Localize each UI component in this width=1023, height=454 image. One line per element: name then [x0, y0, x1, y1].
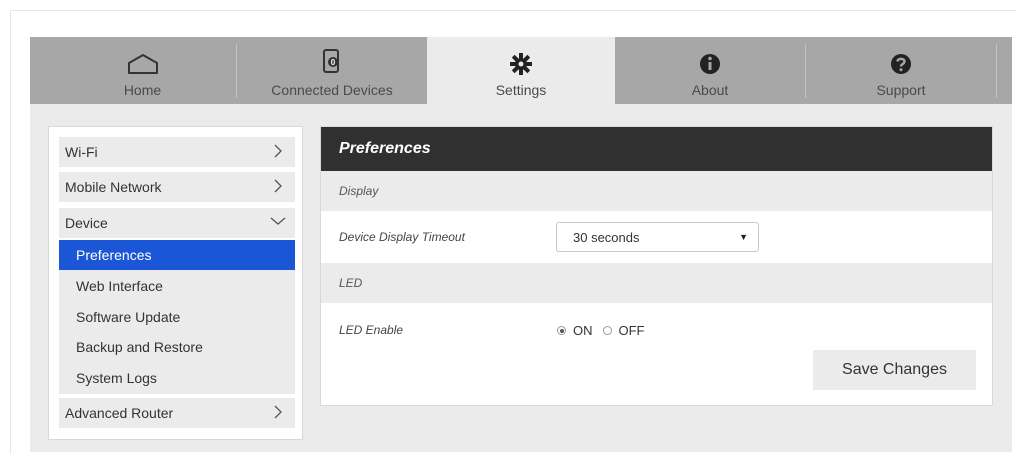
sidebar-subitem-software-update[interactable]: Software Update	[59, 302, 295, 332]
radio-unchecked-icon	[602, 326, 612, 335]
led-off-radio[interactable]: OFF	[602, 323, 645, 338]
sidebar-item-wifi[interactable]: Wi-Fi	[59, 137, 295, 167]
settings-sidebar: Wi-Fi Mobile Network Device Preferences …	[48, 126, 303, 440]
led-enable-radio-group: ON OFF	[557, 323, 655, 338]
sidebar-item-device[interactable]: Device	[59, 208, 295, 238]
tab-divider	[996, 44, 997, 98]
home-icon	[126, 47, 160, 75]
sidebar-subitem-backup-restore[interactable]: Backup and Restore	[59, 332, 295, 362]
tab-about-label: About	[691, 82, 729, 98]
help-icon	[890, 47, 912, 75]
connected-devices-icon: 0	[322, 47, 342, 75]
led-off-label: OFF	[618, 323, 645, 338]
save-changes-button[interactable]: Save Changes	[813, 350, 976, 390]
tab-settings[interactable]: Settings	[427, 37, 615, 104]
tab-settings-label: Settings	[495, 82, 547, 98]
chevron-down-icon	[270, 217, 286, 225]
led-on-label: ON	[573, 323, 593, 338]
led-on-radio[interactable]: ON	[557, 323, 593, 338]
section-led: LED	[321, 263, 992, 303]
chevron-right-icon	[274, 144, 282, 158]
sidebar-item-label: Advanced Router	[65, 405, 174, 421]
display-timeout-label: Device Display Timeout	[339, 230, 465, 244]
dropdown-arrow-icon: ▼	[739, 232, 748, 242]
sidebar-item-label: Mobile Network	[65, 179, 162, 195]
tab-home-label: Home	[123, 82, 162, 98]
sidebar-subitem-label: System Logs	[76, 370, 157, 386]
info-icon	[699, 47, 721, 75]
sidebar-subitem-label: Web Interface	[76, 278, 163, 294]
display-timeout-value: 30 seconds	[573, 229, 640, 245]
sidebar-item-label: Device	[65, 215, 108, 231]
tab-about[interactable]: About	[615, 37, 805, 104]
led-enable-label: LED Enable	[339, 323, 404, 337]
tab-support[interactable]: Support	[806, 37, 996, 104]
section-display: Display	[321, 171, 992, 211]
tab-connected-devices[interactable]: 0 Connected Devices	[237, 37, 427, 104]
tab-home[interactable]: Home	[50, 37, 235, 104]
gear-icon	[510, 47, 532, 75]
svg-text:0: 0	[331, 58, 336, 67]
sidebar-subitem-system-logs[interactable]: System Logs	[59, 363, 295, 393]
sidebar-item-advanced-router[interactable]: Advanced Router	[59, 398, 295, 428]
sidebar-subitem-preferences[interactable]: Preferences	[59, 240, 295, 270]
sidebar-item-mobile-network[interactable]: Mobile Network	[59, 172, 295, 202]
sidebar-item-label: Wi-Fi	[65, 144, 98, 160]
main-nav: Home 0 Connected Devices Settings About …	[30, 37, 1012, 104]
tab-support-label: Support	[876, 82, 926, 98]
chevron-right-icon	[274, 405, 282, 419]
display-timeout-select[interactable]: 30 seconds ▼	[556, 222, 759, 252]
chevron-right-icon	[274, 179, 282, 193]
tab-connected-devices-label: Connected Devices	[271, 82, 393, 98]
panel-title: Preferences	[321, 127, 992, 171]
radio-checked-icon	[557, 326, 566, 335]
sidebar-subitem-label: Software Update	[76, 309, 181, 325]
sidebar-subitem-web-interface[interactable]: Web Interface	[59, 271, 295, 301]
sidebar-subitem-label: Preferences	[76, 247, 152, 263]
preferences-panel: Preferences Display Device Display Timeo…	[320, 126, 993, 406]
sidebar-subitem-label: Backup and Restore	[76, 339, 203, 355]
